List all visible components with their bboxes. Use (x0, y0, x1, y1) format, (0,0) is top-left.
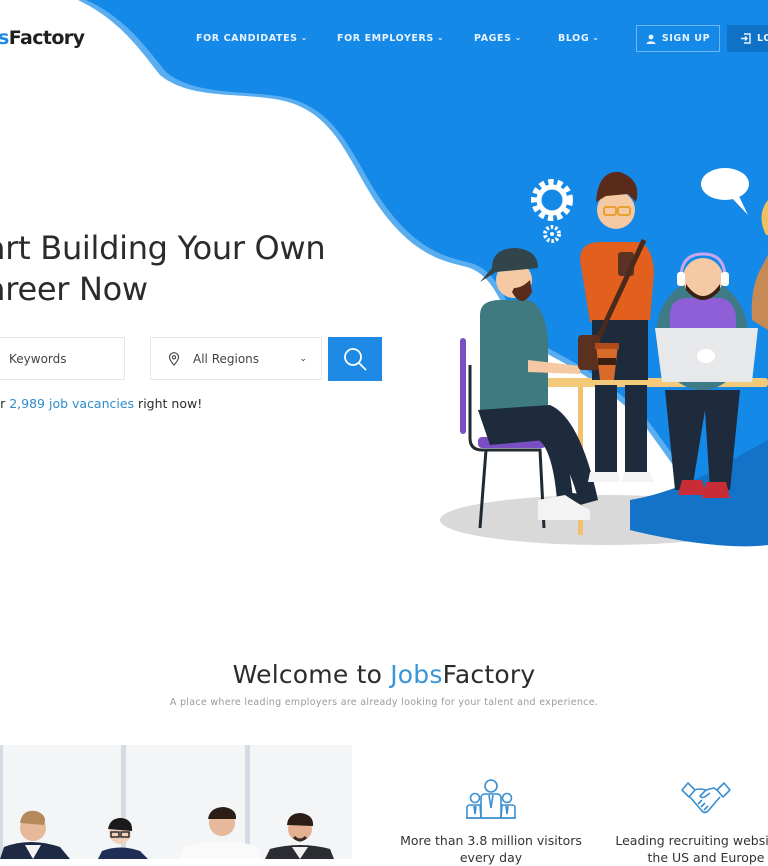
candidates-photo (0, 745, 352, 859)
team-icon (466, 779, 516, 819)
login-label: LO (757, 33, 768, 44)
feature-visitors: More than 3.8 million visitors every day (391, 778, 591, 866)
hero-title: art Building Your Own areer Now (0, 228, 326, 310)
person-partial (751, 255, 768, 330)
sign-up-button[interactable]: SIGN UP (636, 25, 720, 52)
gear-icon (531, 179, 573, 221)
chevron-down-icon: ⌄ (436, 33, 445, 42)
welcome-title: Welcome to JobsFactory (0, 660, 768, 689)
feature-label: More than 3.8 million visitors every day (400, 833, 582, 865)
chevron-down-icon: ⌄ (514, 33, 522, 42)
nav-pages[interactable]: PAGES ⌄ (474, 33, 522, 44)
welcome-title-rest: Factory (442, 660, 536, 689)
hero-title-line-2: areer Now (0, 270, 148, 308)
vacancies-prefix: fer (0, 396, 6, 411)
login-button[interactable]: LO (727, 25, 768, 52)
keywords-field[interactable] (0, 337, 125, 380)
nav-blog[interactable]: BLOG ⌄ (558, 33, 600, 44)
feature-leading: Leading recruiting website in the US and… (606, 778, 768, 866)
person-standing (578, 171, 654, 482)
search-button[interactable] (328, 337, 382, 381)
region-select[interactable]: All Regions ⌄ (150, 337, 322, 380)
team-illustration (440, 168, 768, 547)
user-icon (646, 34, 656, 44)
keywords-input[interactable] (7, 350, 124, 367)
hero-title-line-1: art Building Your Own (0, 229, 326, 267)
sign-up-label: SIGN UP (661, 33, 711, 44)
nav-label: FOR CANDIDATES (196, 33, 298, 44)
nav-for-candidates[interactable]: FOR CANDIDATES ⌄ (196, 33, 308, 44)
region-selected-value: All Regions (193, 351, 260, 366)
nav-for-employers[interactable]: FOR EMPLOYERS ⌄ (337, 33, 444, 44)
person-partial-hair (761, 200, 768, 235)
logo-accent-text: s (0, 27, 9, 49)
nav-label: BLOG (558, 33, 590, 44)
map-pin-icon (168, 351, 180, 366)
small-gear-icon (543, 225, 561, 243)
laptop (655, 328, 758, 382)
logo-text: Factory (8, 27, 85, 49)
speech-bubble-icon (701, 168, 749, 215)
feature-label: Leading recruiting website in the US and… (615, 833, 768, 865)
search-icon (344, 348, 367, 371)
chevron-down-icon: ⌄ (300, 33, 308, 42)
handshake-icon (681, 782, 731, 814)
welcome-title-prefix: Welcome to (232, 660, 391, 689)
login-icon (741, 33, 751, 44)
welcome-subtitle: A place where leading employers are alre… (169, 697, 599, 708)
nav-label: PAGES (474, 33, 512, 44)
chevron-down-icon: ⌄ (592, 33, 600, 42)
site-logo[interactable]: sFactory (0, 27, 85, 49)
welcome-title-accent: Jobs (390, 660, 443, 689)
nav-label: FOR EMPLOYERS (337, 33, 434, 44)
vacancies-link[interactable]: 2,989 job vacancies (9, 396, 134, 411)
vacancies-suffix: right now! (134, 396, 203, 411)
vacancies-text: fer 2,989 job vacancies right now! (0, 396, 202, 411)
chevron-down-icon: ⌄ (299, 353, 307, 364)
